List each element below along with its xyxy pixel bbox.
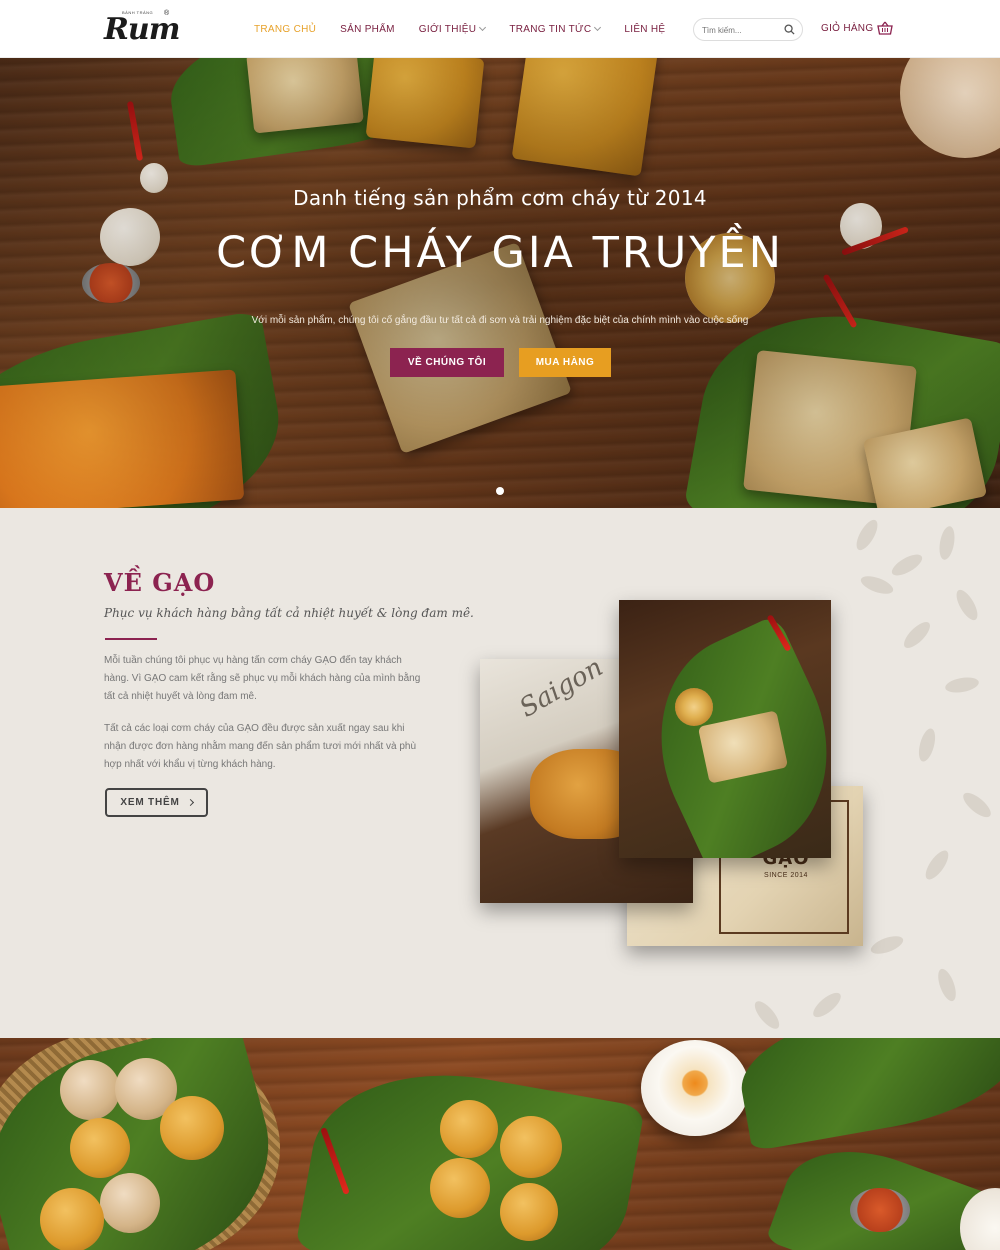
spice-spoon-image [850,1188,910,1232]
rice-ball-image [160,1096,224,1160]
search-icon[interactable] [784,24,795,35]
chevron-down-icon [479,23,487,32]
rice-grain-pattern [750,997,784,1033]
rice-grain-pattern [934,966,960,1004]
rice-grain-pattern [858,572,896,598]
rice-cake-leaf-image [619,600,831,858]
seal-since: SINCE 2014 [764,872,808,879]
rice-grain-pattern [959,788,995,822]
about-us-button[interactable]: VỀ CHÚNG TÔI [390,348,504,377]
hero-description: Với mỗi sản phẩm, chúng tôi cố gắng đầu … [251,315,749,326]
nav-item-contact[interactable]: LIÊN HỆ [624,24,665,35]
rice-grain-pattern [809,988,845,1022]
rice-grain-pattern [921,847,953,883]
rice-grain-pattern [888,550,926,580]
rice-grain-pattern [937,525,957,561]
egg-bowl-image [641,1040,749,1136]
nav-item-label: LIÊN HỆ [624,23,666,35]
shop-now-button[interactable]: MUA HÀNG [519,348,611,377]
nav-item-about[interactable]: GIỚI THIỆU [418,23,487,35]
read-more-label: XEM THÊM [120,797,180,808]
main-nav: TRANG CHỦ SẢN PHẨM GIỚI THIỆU TRANG TIN … [254,0,689,58]
about-tagline: Phục vụ khách hàng bằng tất cả nhiệt huy… [104,606,474,620]
hero-overlay [0,58,1000,508]
about-title: VỀ GẠO [104,568,216,597]
nav-item-label: TRANG CHỦ [254,23,317,35]
hero-subtitle: Danh tiếng sản phẩm cơm cháy từ 2014 [293,186,707,210]
nav-item-news[interactable]: TRANG TIN TỨC [509,23,602,35]
rice-grain-pattern [944,675,980,695]
registered-mark: ® [164,10,170,17]
rice-grain-pattern [868,932,906,958]
basket-icon [877,21,894,35]
rice-ball-image [100,1173,160,1233]
site-logo[interactable]: BÁNH TRÁNG Rum ® [104,8,180,48]
rice-grain-pattern [852,516,882,554]
search-box [693,18,803,41]
nav-item-products[interactable]: SẢN PHẨM [340,24,395,35]
rice-grain-pattern [915,726,939,764]
rice-grain-pattern [952,586,982,624]
about-paragraph: Tất cả các loại cơm cháy của GẠO đều đượ… [104,723,417,770]
nav-item-label: GIỚI THIỆU [418,23,477,35]
rice-ball-image [440,1100,498,1158]
divider [105,638,157,640]
hero-title: CƠM CHÁY GIA TRUYỀN [216,228,784,278]
rice-ball-image [430,1158,490,1218]
hero-banner: Danh tiếng sản phẩm cơm cháy từ 2014 CƠM… [0,58,1000,508]
sauce-bowl-image [675,688,713,726]
nav-item-label: SẢN PHẨM [340,23,395,35]
cart-link[interactable]: GIỎ HÀNG [821,21,894,35]
rice-ball-image [70,1118,130,1178]
rice-ball-image [60,1060,120,1120]
search-input[interactable] [702,23,780,37]
site-header: BÁNH TRÁNG Rum ® TRANG CHỦ SẢN PHẨM GIỚI… [0,0,1000,58]
cart-label: GIỎ HÀNG [821,22,874,34]
about-section: VỀ GẠO Phục vụ khách hàng bằng tất cả nh… [0,508,1000,1038]
featured-food-banner [0,1038,1000,1250]
slider-dot-active[interactable] [496,487,504,495]
logo-wordmark: Rum [104,12,180,47]
rice-ball-image [40,1188,104,1250]
read-more-button[interactable]: XEM THÊM [105,788,208,817]
nav-item-label: TRANG TIN TỨC [509,23,592,35]
about-paragraph: Mỗi tuần chúng tôi phục vụ hàng tấn cơm … [104,655,421,702]
newspaper-headline: Saigon [514,659,609,724]
rice-ball-image [500,1116,562,1178]
chevron-right-icon [186,798,194,807]
chevron-down-icon [594,23,602,32]
rice-grain-pattern [900,618,934,652]
rice-ball-image [500,1183,558,1241]
nav-item-home[interactable]: TRANG CHỦ [254,24,316,35]
